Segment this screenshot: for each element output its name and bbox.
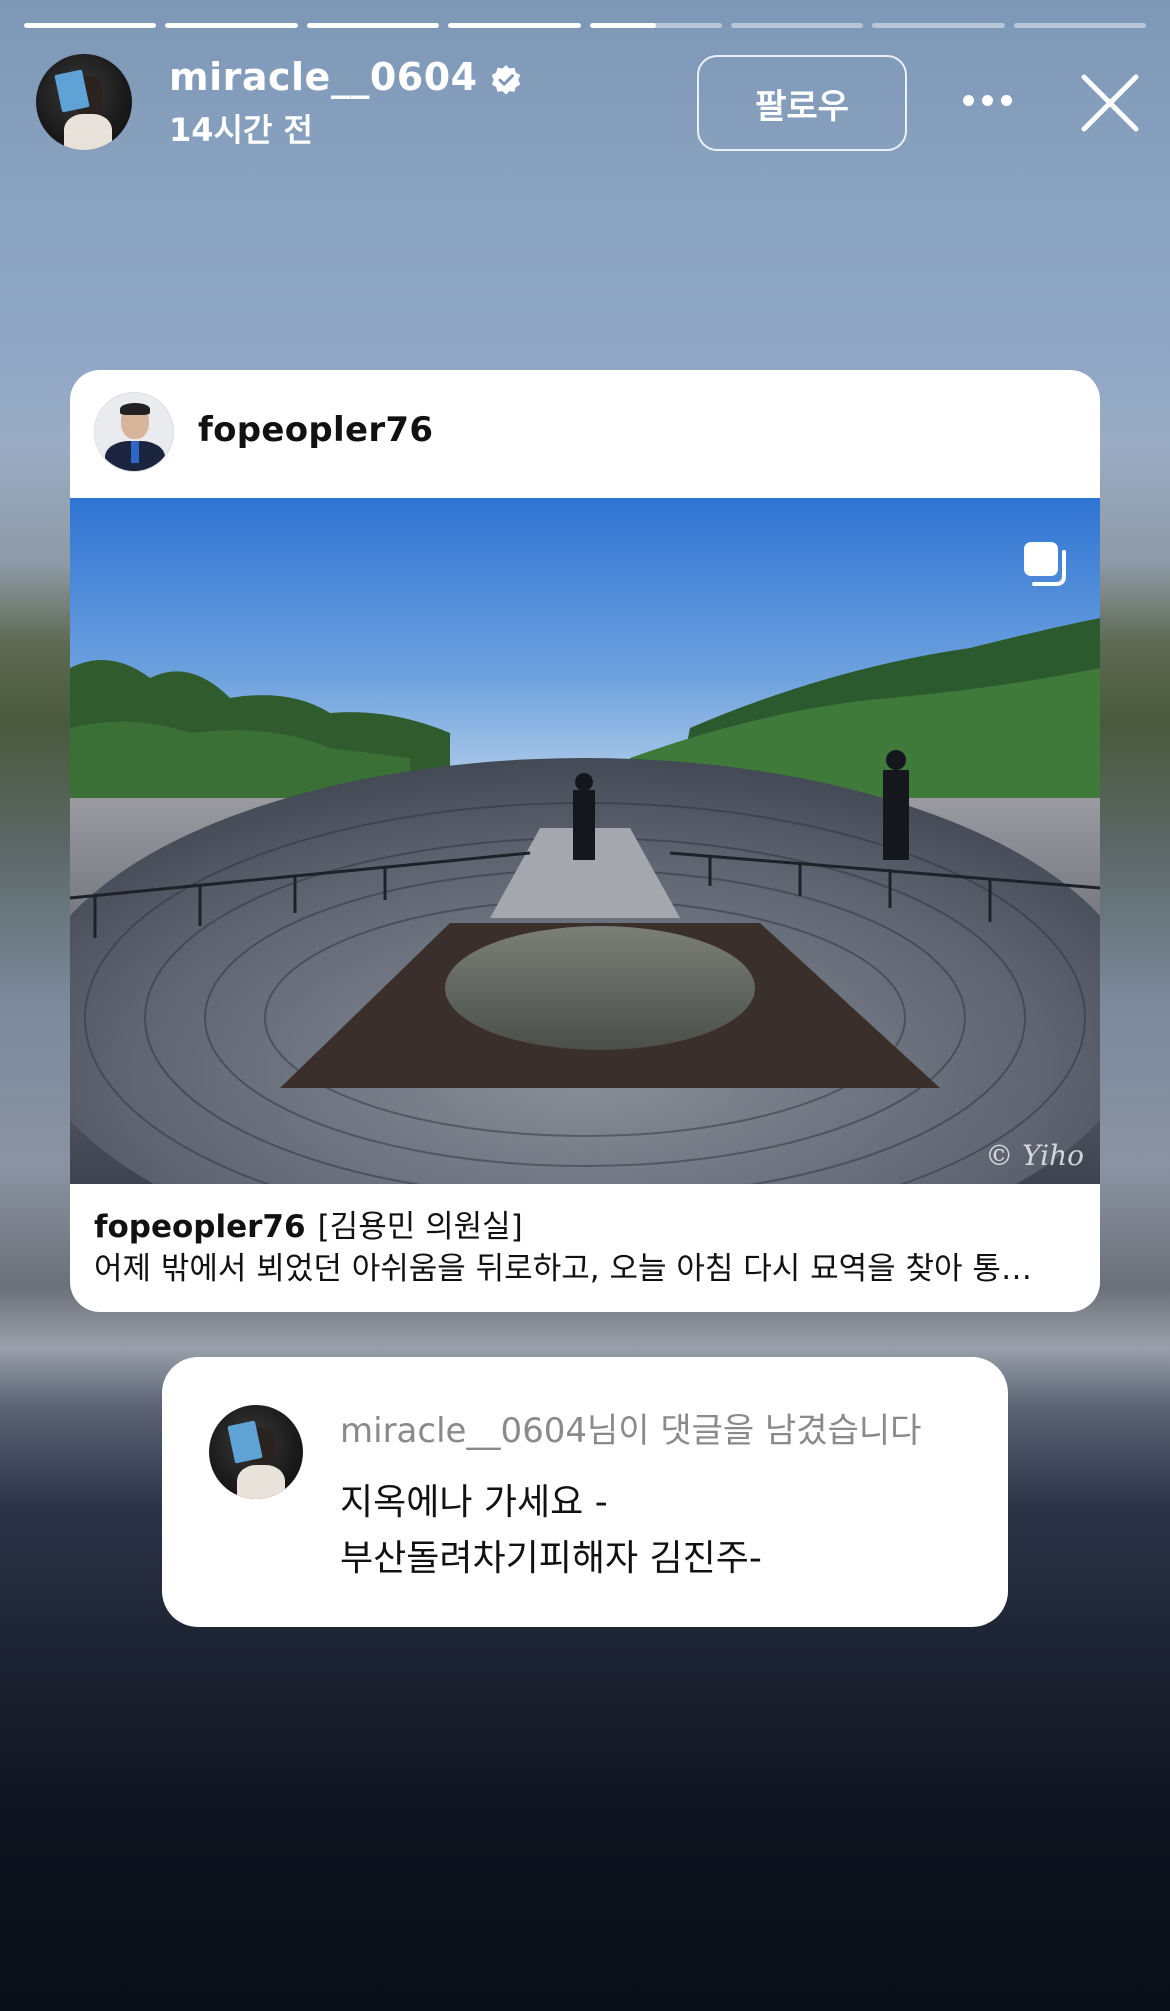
comment-text: 지옥에나 가세요 - 부산돌려차기피해자 김진주- bbox=[340, 1475, 762, 1587]
story-username[interactable]: miracle__0604 bbox=[169, 55, 522, 99]
progress-segment bbox=[448, 23, 581, 28]
story-time: 14시간 전 bbox=[169, 111, 313, 149]
post-author-avatar[interactable] bbox=[94, 392, 174, 472]
username-text[interactable]: miracle__0604 bbox=[169, 55, 478, 99]
progress-segment bbox=[24, 23, 157, 28]
story-header: miracle__0604 14시간 전 팔로우 bbox=[36, 53, 1146, 153]
progress-segment bbox=[1013, 23, 1146, 28]
avatar[interactable] bbox=[36, 54, 132, 150]
caption-username[interactable]: fopeopler76 bbox=[94, 1209, 306, 1245]
progress-segment-current bbox=[589, 23, 722, 28]
caption-text: 어제 밖에서 뵈었던 아쉬움을 뒤로하고, 오늘 아침 다시 묘역을 찾아 통… bbox=[94, 1251, 1032, 1287]
post-caption[interactable]: fopeopler76 [김용민 의원실] 어제 밖에서 뵈었던 아쉬움을 뒤로하… bbox=[94, 1206, 1076, 1290]
story-progress-bar bbox=[24, 23, 1146, 28]
post-author-username[interactable]: fopeopler76 bbox=[198, 410, 433, 450]
shared-post-card[interactable]: fopeopler76 © Yiho fopeopler76 [김용민 의원실]… bbox=[70, 370, 1100, 1312]
more-horizontal-icon[interactable] bbox=[963, 93, 1013, 107]
progress-segment bbox=[165, 23, 298, 28]
progress-segment bbox=[306, 23, 440, 28]
comment-line-1: 지옥에나 가세요 - bbox=[340, 1482, 608, 1523]
comment-card[interactable]: miracle__0604님이 댓글을 남겼습니다 지옥에나 가세요 - 부산돌… bbox=[162, 1357, 1008, 1627]
post-photo[interactable]: © Yiho bbox=[70, 498, 1100, 1184]
multiple-photos-icon bbox=[1020, 538, 1072, 590]
comment-line-2: 부산돌려차기피해자 김진주- bbox=[340, 1538, 762, 1579]
progress-segment bbox=[730, 23, 864, 28]
caption-title: [김용민 의원실] bbox=[317, 1209, 523, 1245]
comment-notice: miracle__0604님이 댓글을 남겼습니다 bbox=[340, 1411, 922, 1451]
commenter-avatar[interactable] bbox=[209, 1405, 303, 1499]
photo-watermark: © Yiho bbox=[985, 1139, 1084, 1172]
verified-badge-icon bbox=[490, 61, 522, 95]
progress-segment bbox=[872, 23, 1005, 28]
follow-button[interactable]: 팔로우 bbox=[697, 55, 907, 151]
close-icon[interactable] bbox=[1078, 71, 1142, 135]
post-header: fopeopler76 bbox=[70, 370, 1100, 498]
